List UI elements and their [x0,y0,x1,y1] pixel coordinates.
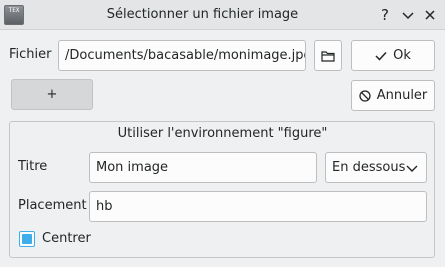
window-title: Sélectionner un fichier image [106,7,299,22]
close-icon[interactable] [420,5,440,25]
placement-label: Placement [18,198,87,213]
cancel-icon [359,89,371,102]
center-label[interactable]: Centrer [42,230,91,248]
chevron-down-icon [406,165,418,172]
tex-app-icon: TEX [4,5,24,25]
file-path-input[interactable]: /Documents/bacasable/monimage.jpg [58,40,306,71]
help-icon[interactable]: ? [375,5,395,25]
position-select-value: En dessous [332,160,406,175]
placement-input-value: hb [96,199,113,214]
figure-group-title: Utiliser l'environnement "figure" [117,126,328,141]
check-icon [375,51,387,61]
add-button[interactable]: + [11,79,93,110]
minimize-icon[interactable] [398,5,418,25]
placement-input[interactable]: hb [89,191,427,222]
ok-button-label: Ok [393,48,411,63]
title-label: Titre [18,159,48,174]
cancel-button[interactable]: Annuler [351,80,435,111]
folder-icon [321,50,335,62]
center-checkbox[interactable] [19,231,35,247]
title-input[interactable]: Mon image [89,152,317,183]
ok-button[interactable]: Ok [351,40,435,71]
title-input-value: Mon image [96,160,169,175]
add-button-label: + [46,87,58,102]
cancel-button-label: Annuler [376,88,428,103]
position-select[interactable]: En dessous [325,152,427,183]
browse-button[interactable] [314,40,342,71]
file-label: Fichier [9,47,52,62]
title-bar: TEX Sélectionner un fichier image ? [0,0,445,30]
file-path-value: /Documents/bacasable/monimage.jpg [65,48,306,63]
